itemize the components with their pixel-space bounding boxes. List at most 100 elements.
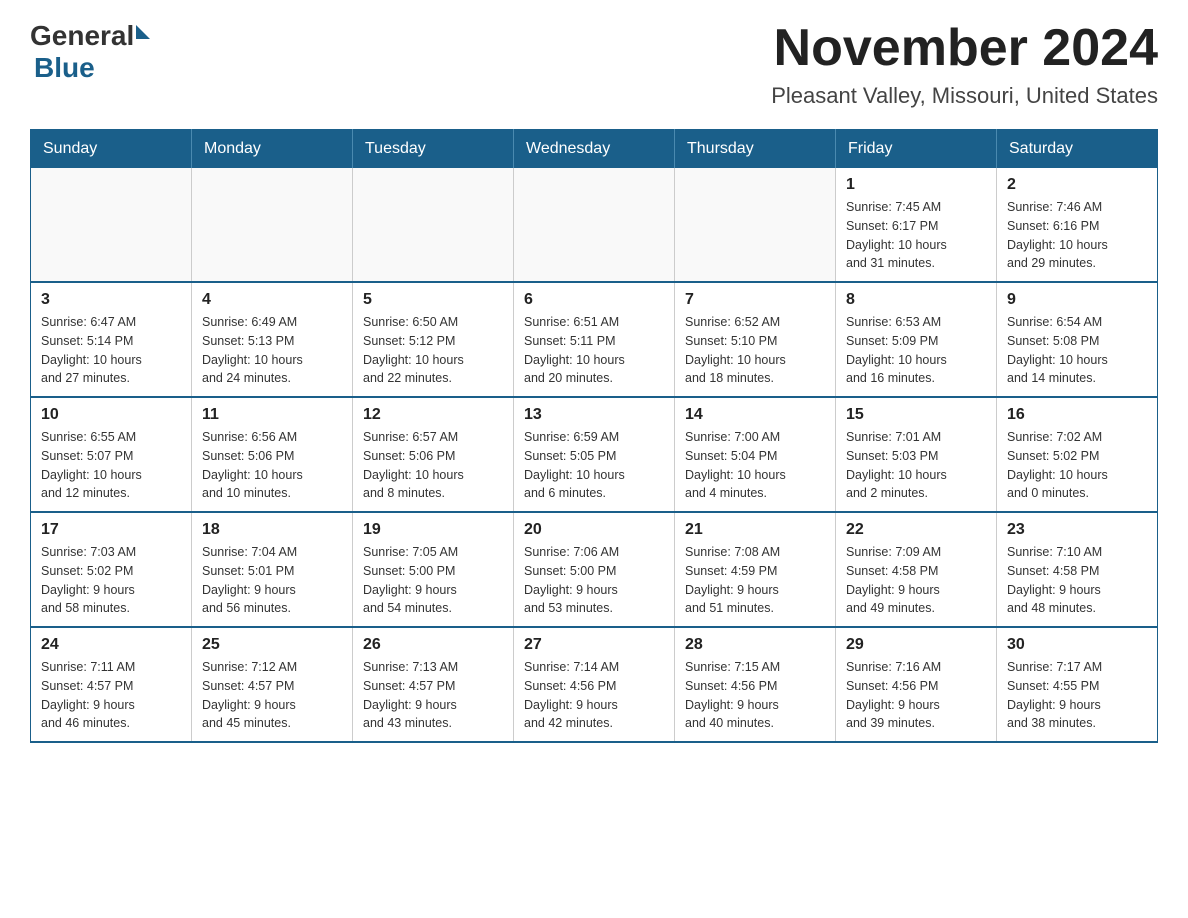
day-info: Sunrise: 7:13 AM Sunset: 4:57 PM Dayligh… — [363, 658, 503, 733]
day-info: Sunrise: 6:52 AM Sunset: 5:10 PM Dayligh… — [685, 313, 825, 388]
table-row: 26 Sunrise: 7:13 AM Sunset: 4:57 PM Dayli… — [353, 627, 514, 742]
title-area: November 2024 Pleasant Valley, Missouri,… — [771, 20, 1158, 109]
table-row: 13 Sunrise: 6:59 AM Sunset: 5:05 PM Dayli… — [514, 397, 675, 512]
day-number: 7 — [685, 291, 825, 309]
day-number: 20 — [524, 521, 664, 539]
table-row: 1 Sunrise: 7:45 AM Sunset: 6:17 PM Daylig… — [836, 168, 997, 282]
table-row: 5 Sunrise: 6:50 AM Sunset: 5:12 PM Daylig… — [353, 282, 514, 397]
day-info: Sunrise: 6:54 AM Sunset: 5:08 PM Dayligh… — [1007, 313, 1147, 388]
day-number: 3 — [41, 291, 181, 309]
table-row: 12 Sunrise: 6:57 AM Sunset: 5:06 PM Dayli… — [353, 397, 514, 512]
day-info: Sunrise: 6:47 AM Sunset: 5:14 PM Dayligh… — [41, 313, 181, 388]
location-title: Pleasant Valley, Missouri, United States — [771, 83, 1158, 109]
day-info: Sunrise: 7:08 AM Sunset: 4:59 PM Dayligh… — [685, 543, 825, 618]
day-info: Sunrise: 6:49 AM Sunset: 5:13 PM Dayligh… — [202, 313, 342, 388]
table-row: 23 Sunrise: 7:10 AM Sunset: 4:58 PM Dayli… — [997, 512, 1158, 627]
logo-blue-text: Blue — [34, 52, 95, 83]
day-number: 26 — [363, 636, 503, 654]
calendar-week-row: 10 Sunrise: 6:55 AM Sunset: 5:07 PM Dayli… — [31, 397, 1158, 512]
day-number: 23 — [1007, 521, 1147, 539]
day-number: 25 — [202, 636, 342, 654]
day-info: Sunrise: 7:03 AM Sunset: 5:02 PM Dayligh… — [41, 543, 181, 618]
logo-general-text: General — [30, 20, 134, 52]
table-row: 18 Sunrise: 7:04 AM Sunset: 5:01 PM Dayli… — [192, 512, 353, 627]
day-number: 12 — [363, 406, 503, 424]
table-row: 8 Sunrise: 6:53 AM Sunset: 5:09 PM Daylig… — [836, 282, 997, 397]
day-info: Sunrise: 7:45 AM Sunset: 6:17 PM Dayligh… — [846, 198, 986, 273]
calendar-table: Sunday Monday Tuesday Wednesday Thursday… — [30, 129, 1158, 743]
day-number: 13 — [524, 406, 664, 424]
day-info: Sunrise: 7:17 AM Sunset: 4:55 PM Dayligh… — [1007, 658, 1147, 733]
day-number: 17 — [41, 521, 181, 539]
day-info: Sunrise: 7:15 AM Sunset: 4:56 PM Dayligh… — [685, 658, 825, 733]
table-row — [192, 168, 353, 282]
table-row: 16 Sunrise: 7:02 AM Sunset: 5:02 PM Dayli… — [997, 397, 1158, 512]
table-row: 19Sunrise: 7:05 AM Sunset: 5:00 PM Dayli… — [353, 512, 514, 627]
month-title: November 2024 — [771, 20, 1158, 77]
logo-triangle-icon — [136, 25, 150, 39]
calendar-week-row: 1 Sunrise: 7:45 AM Sunset: 6:17 PM Daylig… — [31, 168, 1158, 282]
day-info: Sunrise: 7:09 AM Sunset: 4:58 PM Dayligh… — [846, 543, 986, 618]
table-row: 6Sunrise: 6:51 AM Sunset: 5:11 PM Daylig… — [514, 282, 675, 397]
day-info: Sunrise: 7:02 AM Sunset: 5:02 PM Dayligh… — [1007, 428, 1147, 503]
header: General Blue November 2024 Pleasant Vall… — [30, 20, 1158, 109]
day-info: Sunrise: 7:10 AM Sunset: 4:58 PM Dayligh… — [1007, 543, 1147, 618]
day-info: Sunrise: 7:12 AM Sunset: 4:57 PM Dayligh… — [202, 658, 342, 733]
header-tuesday: Tuesday — [353, 130, 514, 169]
day-number: 4 — [202, 291, 342, 309]
weekday-header-row: Sunday Monday Tuesday Wednesday Thursday… — [31, 130, 1158, 169]
day-info: Sunrise: 7:04 AM Sunset: 5:01 PM Dayligh… — [202, 543, 342, 618]
day-info: Sunrise: 7:11 AM Sunset: 4:57 PM Dayligh… — [41, 658, 181, 733]
day-number: 15 — [846, 406, 986, 424]
day-info: Sunrise: 7:14 AM Sunset: 4:56 PM Dayligh… — [524, 658, 664, 733]
day-info: Sunrise: 7:00 AM Sunset: 5:04 PM Dayligh… — [685, 428, 825, 503]
day-info: Sunrise: 6:53 AM Sunset: 5:09 PM Dayligh… — [846, 313, 986, 388]
day-info: Sunrise: 6:57 AM Sunset: 5:06 PM Dayligh… — [363, 428, 503, 503]
logo: General Blue — [30, 20, 150, 84]
table-row: 15 Sunrise: 7:01 AM Sunset: 5:03 PM Dayli… — [836, 397, 997, 512]
table-row — [31, 168, 192, 282]
header-thursday: Thursday — [675, 130, 836, 169]
header-monday: Monday — [192, 130, 353, 169]
table-row: 3 Sunrise: 6:47 AM Sunset: 5:14 PM Daylig… — [31, 282, 192, 397]
header-wednesday: Wednesday — [514, 130, 675, 169]
day-info: Sunrise: 6:55 AM Sunset: 5:07 PM Dayligh… — [41, 428, 181, 503]
day-number: 21 — [685, 521, 825, 539]
day-info: Sunrise: 6:50 AM Sunset: 5:12 PM Dayligh… — [363, 313, 503, 388]
table-row: 29 Sunrise: 7:16 AM Sunset: 4:56 PM Dayli… — [836, 627, 997, 742]
table-row — [353, 168, 514, 282]
table-row: 4 Sunrise: 6:49 AM Sunset: 5:13 PM Daylig… — [192, 282, 353, 397]
table-row: 30Sunrise: 7:17 AM Sunset: 4:55 PM Dayli… — [997, 627, 1158, 742]
day-number: 8 — [846, 291, 986, 309]
day-number: 6 — [524, 291, 664, 309]
day-number: 22 — [846, 521, 986, 539]
table-row: 17 Sunrise: 7:03 AM Sunset: 5:02 PM Dayli… — [31, 512, 192, 627]
day-number: 10 — [41, 406, 181, 424]
day-number: 28 — [685, 636, 825, 654]
day-number: 9 — [1007, 291, 1147, 309]
day-number: 1 — [846, 176, 986, 194]
day-info: Sunrise: 6:56 AM Sunset: 5:06 PM Dayligh… — [202, 428, 342, 503]
day-info: Sunrise: 7:06 AM Sunset: 5:00 PM Dayligh… — [524, 543, 664, 618]
day-info: Sunrise: 7:01 AM Sunset: 5:03 PM Dayligh… — [846, 428, 986, 503]
table-row: 7 Sunrise: 6:52 AM Sunset: 5:10 PM Daylig… — [675, 282, 836, 397]
calendar-week-row: 17 Sunrise: 7:03 AM Sunset: 5:02 PM Dayli… — [31, 512, 1158, 627]
table-row: 24Sunrise: 7:11 AM Sunset: 4:57 PM Dayli… — [31, 627, 192, 742]
calendar-week-row: 24Sunrise: 7:11 AM Sunset: 4:57 PM Dayli… — [31, 627, 1158, 742]
table-row: 25 Sunrise: 7:12 AM Sunset: 4:57 PM Dayli… — [192, 627, 353, 742]
table-row: 11Sunrise: 6:56 AM Sunset: 5:06 PM Dayli… — [192, 397, 353, 512]
day-number: 18 — [202, 521, 342, 539]
day-number: 27 — [524, 636, 664, 654]
table-row: 14Sunrise: 7:00 AM Sunset: 5:04 PM Dayli… — [675, 397, 836, 512]
day-info: Sunrise: 7:46 AM Sunset: 6:16 PM Dayligh… — [1007, 198, 1147, 273]
table-row — [514, 168, 675, 282]
day-number: 19 — [363, 521, 503, 539]
table-row: 20 Sunrise: 7:06 AM Sunset: 5:00 PM Dayli… — [514, 512, 675, 627]
table-row — [675, 168, 836, 282]
day-number: 16 — [1007, 406, 1147, 424]
day-info: Sunrise: 7:16 AM Sunset: 4:56 PM Dayligh… — [846, 658, 986, 733]
table-row: 27 Sunrise: 7:14 AM Sunset: 4:56 PM Dayli… — [514, 627, 675, 742]
day-info: Sunrise: 6:59 AM Sunset: 5:05 PM Dayligh… — [524, 428, 664, 503]
day-number: 5 — [363, 291, 503, 309]
day-number: 29 — [846, 636, 986, 654]
